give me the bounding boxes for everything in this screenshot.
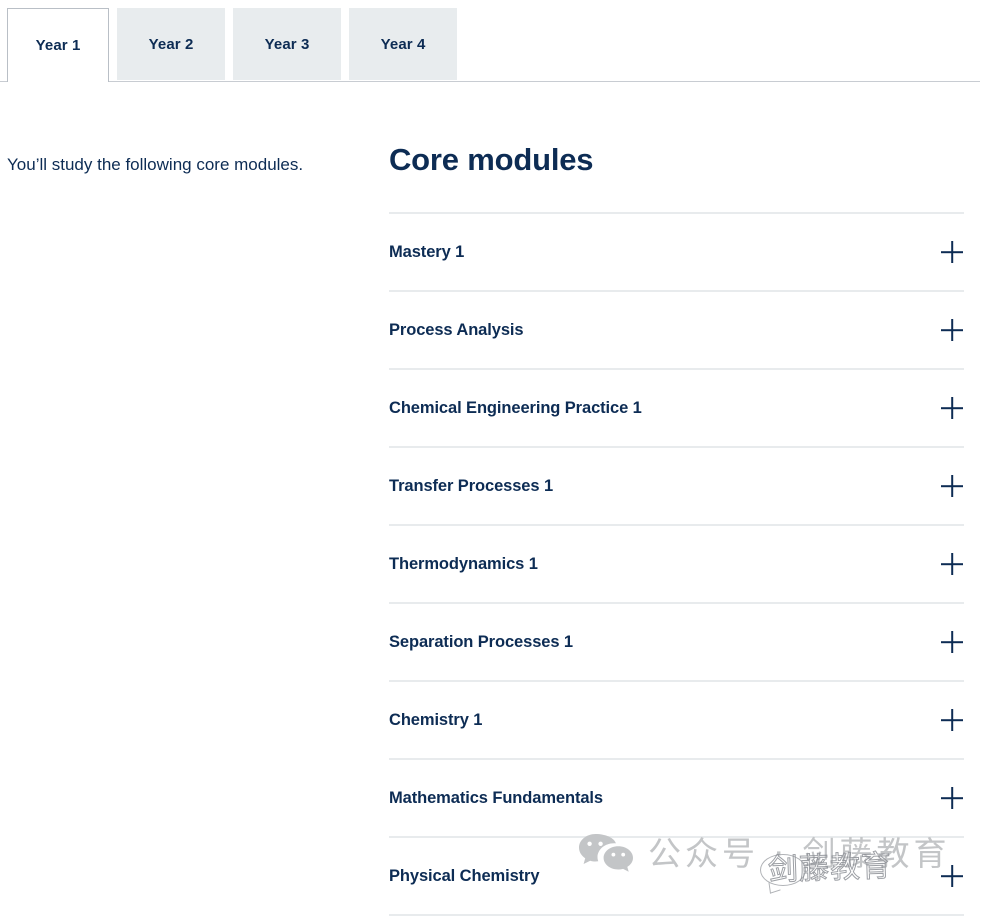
accordion-item-label: Physical Chemistry: [389, 866, 540, 885]
accordion-item-label: Separation Processes 1: [389, 632, 573, 651]
accordion-item-physical-chemistry[interactable]: Physical Chemistry: [389, 838, 964, 916]
tab-year-2-label: Year 2: [148, 35, 194, 53]
accordion-item-label: Mathematics Fundamentals: [389, 788, 603, 807]
accordion-item-label: Transfer Processes 1: [389, 476, 554, 495]
year-tabs-bar: Year 1 Year 2 Year 3 Year 4: [0, 0, 985, 83]
accordion-item-process-analysis[interactable]: Process Analysis: [389, 292, 964, 370]
plus-icon[interactable]: [941, 709, 963, 731]
accordion-item-label: Mastery 1: [389, 242, 465, 261]
tab-year-4-label: Year 4: [380, 35, 426, 53]
tab-year-1-label: Year 1: [35, 37, 81, 54]
accordion-item-label: Thermodynamics 1: [389, 554, 538, 573]
accordion-item-mathematics-fundamentals[interactable]: Mathematics Fundamentals: [389, 760, 964, 838]
plus-icon[interactable]: [941, 319, 963, 341]
accordion-item-label: Chemical Engineering Practice 1: [389, 398, 642, 417]
accordion-item-transfer-processes-1[interactable]: Transfer Processes 1: [389, 448, 964, 526]
core-modules-accordion: Mastery 1 Process Analysis Chemical Engi…: [389, 212, 964, 916]
plus-icon[interactable]: [941, 631, 963, 653]
tab-panel-year-1: You’ll study the following core modules.…: [0, 83, 985, 916]
accordion-item-mastery-1[interactable]: Mastery 1: [389, 214, 964, 292]
tab-year-3-label: Year 3: [264, 35, 310, 53]
tab-year-2[interactable]: Year 2: [117, 8, 225, 80]
accordion-item-separation-processes-1[interactable]: Separation Processes 1: [389, 604, 964, 682]
page-title: Core modules: [389, 142, 594, 177]
tab-list: Year 1 Year 2 Year 3 Year 4: [7, 8, 457, 83]
plus-icon[interactable]: [941, 397, 963, 419]
accordion-item-thermodynamics-1[interactable]: Thermodynamics 1: [389, 526, 964, 604]
modules-column: Core modules Mastery 1 Process Analysis …: [389, 141, 964, 916]
tab-year-3[interactable]: Year 3: [233, 8, 341, 80]
plus-icon[interactable]: [941, 865, 963, 887]
accordion-item-label: Chemistry 1: [389, 710, 483, 729]
plus-icon[interactable]: [941, 787, 963, 809]
accordion-item-chemical-engineering-practice-1[interactable]: Chemical Engineering Practice 1: [389, 370, 964, 448]
tab-year-4[interactable]: Year 4: [349, 8, 457, 80]
accordion-item-label: Process Analysis: [389, 320, 524, 339]
plus-icon[interactable]: [941, 241, 963, 263]
plus-icon[interactable]: [941, 553, 963, 575]
tab-year-1[interactable]: Year 1: [7, 8, 109, 82]
accordion-item-chemistry-1[interactable]: Chemistry 1: [389, 682, 964, 760]
plus-icon[interactable]: [941, 475, 963, 497]
intro-column: You’ll study the following core modules.: [7, 153, 347, 177]
intro-text: You’ll study the following core modules.: [7, 155, 304, 174]
